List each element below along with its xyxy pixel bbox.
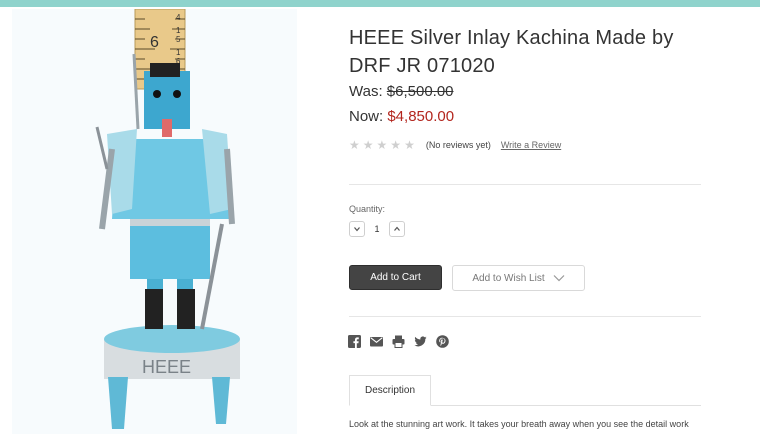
reviews-count: (No reviews yet) — [425, 140, 491, 150]
rating-row: ★ ★ ★ ★ ★ (No reviews yet) Write a Revie… — [349, 139, 561, 151]
facebook-icon[interactable] — [348, 335, 361, 348]
pinterest-icon[interactable] — [436, 335, 449, 348]
wishlist-label: Add to Wish List — [472, 272, 545, 284]
star-icon: ★ — [362, 138, 374, 152]
product-title: HEEE Silver Inlay Kachina Made by DRF JR… — [349, 24, 709, 80]
price-was: Was: $6,500.00 — [349, 83, 454, 100]
product-image[interactable]: 6 4 1 5 1 6 HEEE — [12, 9, 297, 434]
share-icons — [348, 335, 449, 348]
ruler-mark: 1 — [176, 48, 181, 57]
base-inscription: HEEE — [142, 357, 191, 377]
divider — [349, 316, 701, 317]
product-title-line1: HEEE Silver Inlay Kachina Made by — [349, 27, 674, 49]
rating-stars: ★ ★ ★ ★ ★ — [349, 139, 415, 151]
tab-description[interactable]: Description — [349, 375, 431, 406]
quantity-stepper: 1 — [349, 221, 405, 237]
star-icon: ★ — [349, 138, 360, 152]
price-now-label: Now: — [349, 108, 388, 125]
print-icon[interactable] — [392, 335, 405, 348]
ruler-mark: 5 — [176, 35, 181, 44]
star-icon: ★ — [390, 138, 402, 152]
star-icon: ★ — [404, 138, 415, 152]
quantity-decrease-button[interactable] — [349, 221, 365, 237]
star-icon: ★ — [376, 138, 388, 152]
ruler-mark: 4 — [176, 13, 181, 22]
twitter-icon[interactable] — [414, 335, 427, 348]
price-was-label: Was: — [349, 83, 387, 100]
add-to-wishlist-button[interactable]: Add to Wish List — [452, 265, 585, 291]
quantity-label: Quantity: — [349, 204, 386, 214]
email-icon[interactable] — [370, 335, 383, 348]
add-to-cart-button[interactable]: Add to Cart — [349, 265, 442, 290]
chevron-up-icon — [394, 226, 400, 231]
price-was-value: $6,500.00 — [386, 83, 454, 100]
ruler-mark: 1 — [176, 26, 181, 35]
divider — [349, 184, 701, 185]
accent-top-bar — [0, 0, 760, 7]
price-now: Now: $4,850.00 — [349, 108, 454, 125]
product-description: Look at the stunning art work. It takes … — [349, 419, 689, 429]
quantity-increase-button[interactable] — [389, 221, 405, 237]
price-now-value: $4,850.00 — [387, 108, 455, 125]
chevron-down-icon — [354, 227, 360, 232]
quantity-input[interactable]: 1 — [365, 224, 389, 234]
chevron-down-icon — [553, 275, 565, 282]
product-title-line2: DRF JR 071020 — [349, 55, 495, 77]
ruler-number: 6 — [150, 34, 159, 51]
write-review-link[interactable]: Write a Review — [501, 140, 561, 150]
